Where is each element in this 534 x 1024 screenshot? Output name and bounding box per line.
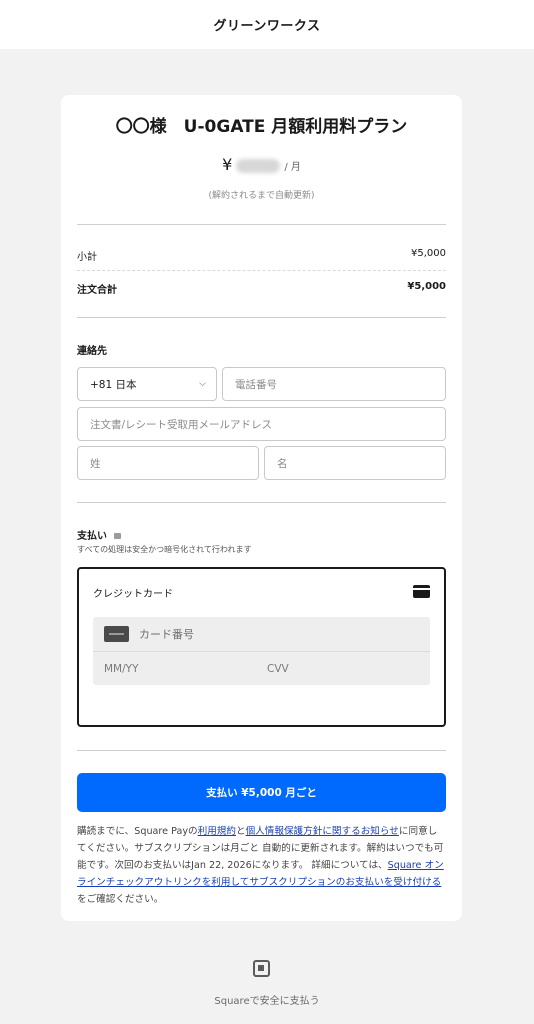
- card-input-group: カード番号 MM/YY CVV: [93, 617, 430, 685]
- last-name-input[interactable]: 姓: [77, 446, 259, 480]
- pay-button[interactable]: 支払い ¥5,000 月ごと: [77, 773, 446, 812]
- terms-text-part: をご確認ください。: [77, 894, 164, 905]
- total-label: 注文合計: [77, 285, 117, 296]
- auto-renew-note: (解約されるまで自動更新): [208, 191, 315, 201]
- price-period: / 月: [284, 162, 301, 173]
- subtotal-label: 小計: [77, 252, 97, 263]
- card-number-placeholder: カード番号: [139, 628, 194, 641]
- card-brand-icon: [104, 626, 129, 642]
- country-code-select[interactable]: +81 日本 ⌵: [77, 367, 217, 401]
- subtotal-value: ¥5,000: [411, 248, 446, 259]
- footer-secure-text: Squareで安全に支払う: [214, 996, 320, 1007]
- terms-of-service-link[interactable]: 利用規約: [198, 826, 236, 837]
- dashed-divider: [77, 270, 446, 271]
- country-code-value: +81 日本: [90, 378, 137, 391]
- cvv-input[interactable]: CVV: [267, 663, 289, 675]
- privacy-policy-link[interactable]: 個人情報保護方針に関するお知らせ: [246, 826, 399, 837]
- plan-title: 〇〇様 U-0GATE 月額利用料プラン: [115, 117, 408, 137]
- lock-icon: [114, 533, 122, 539]
- expiry-input[interactable]: MM/YY: [104, 663, 138, 675]
- contact-section-title: 連絡先: [77, 346, 107, 357]
- chevron-down-icon: ⌵: [199, 379, 206, 389]
- first-name-input[interactable]: 名: [264, 446, 446, 480]
- total-row: 注文合計 ¥5,000: [77, 281, 446, 296]
- secure-note: すべての処理は安全かつ暗号化されて行われます: [77, 545, 252, 554]
- divider: [77, 317, 446, 318]
- payment-title-text: 支払い: [77, 531, 107, 542]
- credit-card-label: クレジットカード: [93, 589, 173, 600]
- credit-card-icon: [413, 585, 430, 598]
- terms-text-part: 購読までに、Square Payの: [77, 826, 198, 837]
- price-row: ¥ / 月: [61, 155, 462, 174]
- price-amount-redacted: [236, 159, 281, 173]
- phone-input[interactable]: 電話番号: [222, 367, 446, 401]
- header-bar: グリーンワークス: [0, 0, 534, 49]
- subtotal-row: 小計 ¥5,000: [77, 248, 446, 263]
- terms-text-part: と: [235, 826, 246, 837]
- divider: [77, 502, 446, 503]
- payment-section-title: 支払い: [77, 527, 122, 542]
- card-number-input[interactable]: カード番号: [93, 617, 430, 652]
- divider: [77, 224, 446, 225]
- total-value: ¥5,000: [407, 281, 446, 292]
- currency-symbol: ¥: [222, 155, 233, 174]
- merchant-name: グリーンワークス: [213, 19, 321, 34]
- square-logo-icon: [253, 960, 270, 977]
- terms-text: 購読までに、Square Payの利用規約と個人情報保護方針に関するお知らせに同…: [77, 823, 446, 908]
- divider: [77, 750, 446, 751]
- email-input[interactable]: 注文書/レシート受取用メールアドレス: [77, 407, 446, 441]
- credit-card-option[interactable]: クレジットカード カード番号 MM/YY CVV: [77, 567, 446, 727]
